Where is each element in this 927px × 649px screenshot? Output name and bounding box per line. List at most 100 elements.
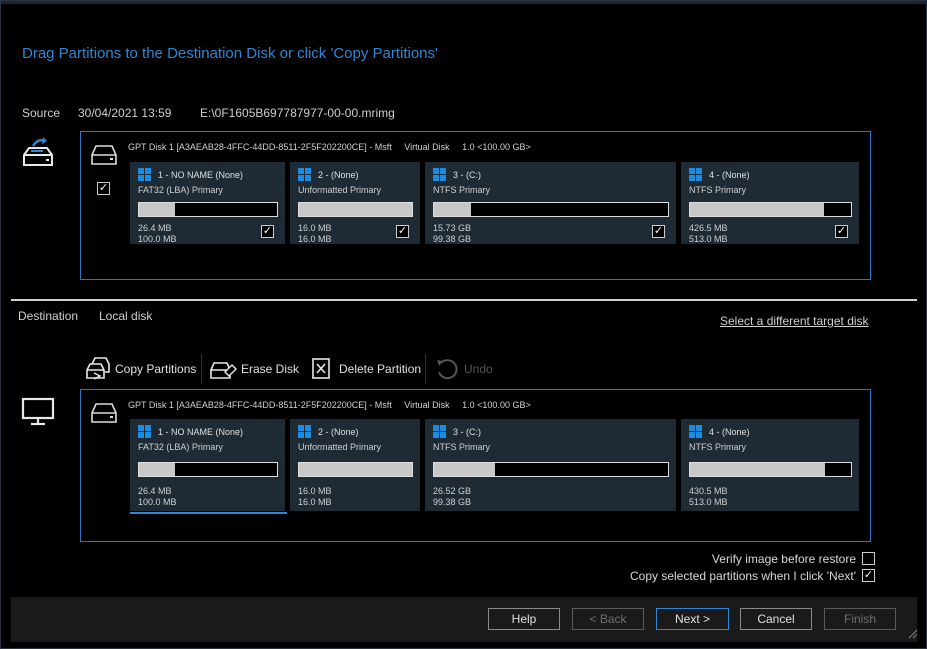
windows-icon [298, 168, 311, 181]
partition-usage-bar [689, 202, 852, 217]
windows-icon [298, 425, 311, 438]
monitor-icon [21, 397, 55, 426]
toolbar-separator [425, 354, 426, 384]
partition-total: 513.0 MB [689, 234, 728, 244]
verify-image-checkbox[interactable] [862, 552, 875, 565]
destination-partition-1[interactable]: 1 - NO NAME (None) FAT32 (LBA) Primary 2… [130, 419, 285, 511]
partition-checkbox[interactable]: ✓ [652, 225, 665, 238]
copy-selected-label: Copy selected partitions when I click 'N… [629, 569, 856, 583]
partition-total: 100.0 MB [138, 234, 177, 244]
partition-type: NTFS Primary [433, 442, 490, 452]
source-partition-2[interactable]: 2 - (None) Unformatted Primary 16.0 MB 1… [290, 162, 420, 244]
select-target-disk-link[interactable]: Select a different target disk [720, 314, 869, 328]
finish-button[interactable]: Finish [824, 608, 896, 630]
next-button[interactable]: Next > [656, 608, 729, 630]
partition-usage-bar [433, 462, 669, 477]
resize-grip-icon[interactable] [908, 629, 918, 639]
windows-icon [433, 168, 446, 181]
partition-used: 26.52 GB [433, 486, 472, 496]
partition-name: 4 - (None) [709, 170, 750, 180]
source-label: Source [22, 106, 61, 120]
partition-type: NTFS Primary [433, 185, 490, 195]
destination-disk-kind: Virtual Disk [404, 400, 450, 410]
partition-type: NTFS Primary [689, 442, 746, 452]
verify-image-label: Verify image before restore [711, 552, 856, 566]
source-path: E:\0F1605B697787977-00-00.mrimg [200, 106, 395, 120]
partition-usage-bar [298, 202, 413, 217]
erase-disk-button[interactable]: Erase Disk [209, 356, 299, 382]
source-disk-kind: Virtual Disk [404, 142, 450, 152]
partition-checkbox[interactable]: ✓ [396, 225, 409, 238]
hard-disk-icon [91, 145, 117, 165]
erase-disk-icon [210, 362, 237, 379]
copy-partitions-button[interactable]: Copy Partitions [85, 356, 196, 382]
toolbar-separator [201, 354, 202, 384]
destination-type: Local disk [99, 309, 153, 323]
partition-usage-bar [138, 462, 278, 477]
delete-partition-label: Delete Partition [339, 362, 422, 376]
delete-partition-button[interactable]: Delete Partition [311, 356, 421, 382]
source-date: 30/04/2021 13:59 [78, 106, 172, 120]
partition-total: 16.0 MB [298, 497, 332, 507]
partition-total: 16.0 MB [298, 234, 332, 244]
partition-usage-bar [433, 202, 669, 217]
hard-disk-icon [91, 403, 117, 423]
partition-used: 430.5 MB [689, 486, 728, 496]
copy-partitions-label: Copy Partitions [115, 362, 197, 376]
partition-name: 3 - (C:) [453, 170, 481, 180]
source-disk-size: 1.0 <100.00 GB> [462, 142, 531, 152]
destination-partition-3[interactable]: 3 - (C:) NTFS Primary 26.52 GB 99.38 GB [425, 419, 676, 511]
source-disk-checkbox[interactable]: ✓ [97, 182, 110, 195]
title-strip [1, 1, 927, 4]
undo-label: Undo [464, 362, 493, 376]
windows-icon [138, 168, 151, 181]
undo-button[interactable]: Undo [434, 356, 493, 382]
source-partition-4[interactable]: 4 - (None) NTFS Primary 426.5 MB 513.0 M… [681, 162, 859, 244]
partition-name: 1 - NO NAME (None) [158, 427, 244, 437]
source-partition-1[interactable]: 1 - NO NAME (None) FAT32 (LBA) Primary 2… [130, 162, 285, 244]
destination-label: Destination [18, 309, 79, 323]
partition-name: 2 - (None) [318, 427, 359, 437]
partition-checkbox[interactable]: ✓ [261, 225, 274, 238]
destination-partition-4[interactable]: 4 - (None) NTFS Primary 430.5 MB 513.0 M… [681, 419, 859, 511]
section-divider [11, 299, 917, 301]
windows-icon [689, 425, 702, 438]
copy-selected-checkbox[interactable]: ✓ [862, 569, 875, 582]
partition-type: Unformatted Primary [298, 185, 382, 195]
destination-disk-name: GPT Disk 1 [A3AEAB28-4FFC-44DD-8511-2F5F… [128, 400, 392, 410]
partition-total: 100.0 MB [138, 497, 177, 507]
partition-used: 26.4 MB [138, 486, 172, 496]
restore-wizard-window: Drag Partitions to the Destination Disk … [0, 0, 927, 649]
source-disk-name: GPT Disk 1 [A3AEAB28-4FFC-44DD-8511-2F5F… [128, 142, 392, 152]
destination-partition-2[interactable]: 2 - (None) Unformatted Primary 16.0 MB 1… [290, 419, 420, 511]
undo-icon [437, 359, 458, 380]
partition-type: NTFS Primary [689, 185, 746, 195]
partition-used: 15.73 GB [433, 223, 472, 233]
partition-usage-bar [689, 462, 852, 477]
partition-name: 2 - (None) [318, 170, 359, 180]
partition-total: 513.0 MB [689, 497, 728, 507]
source-disk-panel[interactable]: ✓ GPT Disk 1 [A3AEAB28-4FFC-44DD-8511-2F… [80, 131, 871, 280]
partition-total: 99.38 GB [433, 234, 472, 244]
back-button[interactable]: < Back [572, 608, 644, 630]
partition-used: 16.0 MB [298, 486, 332, 496]
partition-checkbox[interactable]: ✓ [835, 225, 848, 238]
delete-partition-icon [312, 358, 330, 379]
destination-disk-size: 1.0 <100.00 GB> [462, 400, 531, 410]
cancel-button[interactable]: Cancel [740, 608, 812, 630]
partition-total: 99.38 GB [433, 497, 472, 507]
windows-icon [138, 425, 151, 438]
windows-icon [689, 168, 702, 181]
selected-partition-indicator [130, 512, 287, 514]
source-disk-title: GPT Disk 1 [A3AEAB28-4FFC-44DD-8511-2F5F… [128, 142, 541, 152]
partition-type: FAT32 (LBA) Primary [138, 185, 223, 195]
destination-disk-panel[interactable]: GPT Disk 1 [A3AEAB28-4FFC-44DD-8511-2F5F… [80, 389, 871, 542]
partition-used: 426.5 MB [689, 223, 728, 233]
source-partition-3[interactable]: 3 - (C:) NTFS Primary 15.73 GB 99.38 GB … [425, 162, 676, 244]
partition-type: FAT32 (LBA) Primary [138, 442, 223, 452]
help-button[interactable]: Help [488, 608, 560, 630]
partition-name: 1 - NO NAME (None) [158, 170, 244, 180]
partition-name: 3 - (C:) [453, 427, 481, 437]
partition-used: 26.4 MB [138, 223, 172, 233]
page-heading: Drag Partitions to the Destination Disk … [22, 45, 438, 62]
